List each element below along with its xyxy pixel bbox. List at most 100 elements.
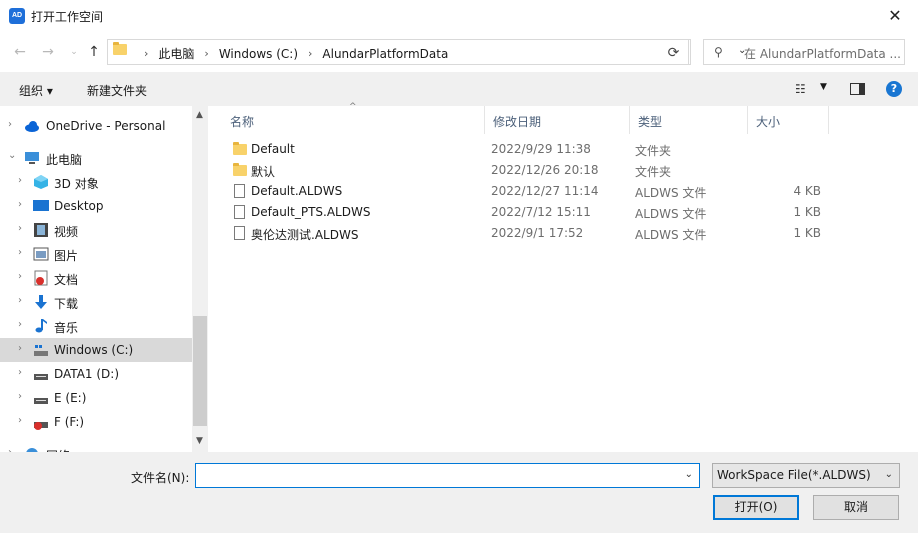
file-modified: 2022/9/29 11:38 bbox=[491, 142, 591, 156]
search-placeholder[interactable]: 在 AlundarPlatformData ... bbox=[744, 45, 901, 62]
breadcrumb-item[interactable]: Windows (C:) bbox=[215, 47, 302, 61]
sidebar-item-data1-d[interactable]: › DATA1 (D:) bbox=[0, 362, 192, 386]
chevron-right-icon[interactable]: › bbox=[8, 119, 12, 130]
chevron-right-icon[interactable]: › bbox=[18, 415, 22, 426]
chevron-right-icon[interactable]: › bbox=[18, 271, 22, 282]
chevron-right-icon[interactable]: › bbox=[18, 367, 22, 378]
close-icon[interactable]: ✕ bbox=[872, 0, 918, 31]
column-header-size[interactable]: 大小 bbox=[748, 106, 829, 134]
file-type-filter-value: WorkSpace File(*.ALDWS) bbox=[717, 468, 871, 482]
chevron-right-icon[interactable]: › bbox=[18, 319, 22, 330]
up-arrow-icon[interactable]: ↑ bbox=[84, 43, 104, 61]
search-icon: ⚲ bbox=[714, 45, 723, 59]
chevron-right-icon[interactable]: › bbox=[18, 391, 22, 402]
file-name: 默认 bbox=[251, 165, 276, 179]
chevron-down-icon[interactable]: ⌄ bbox=[885, 469, 893, 480]
column-header-type[interactable]: 类型 bbox=[630, 106, 748, 134]
navigation-bar: ← → ⌄ ↑ › 此电脑 › Windows (C:) › AlundarPl… bbox=[0, 31, 918, 71]
chevron-right-icon[interactable]: › bbox=[302, 47, 318, 60]
chevron-up-icon[interactable]: ▲ bbox=[196, 110, 203, 120]
chevron-down-icon[interactable]: ▼ bbox=[820, 82, 827, 92]
cube-icon bbox=[33, 174, 49, 190]
help-icon[interactable]: ? bbox=[886, 81, 902, 97]
file-name: Default_PTS.ALDWS bbox=[251, 205, 371, 219]
desktop-icon bbox=[33, 198, 49, 214]
cancel-button[interactable]: 取消 bbox=[813, 495, 899, 520]
file-name: Default.ALDWS bbox=[251, 184, 343, 198]
view-options-icon[interactable]: ☷ bbox=[795, 82, 806, 96]
table-row[interactable]: 默认 2022/12/26 20:18 文件夹 bbox=[211, 160, 911, 181]
file-type: ALDWS 文件 bbox=[635, 186, 707, 200]
music-icon bbox=[33, 318, 49, 334]
scrollbar-thumb[interactable] bbox=[193, 316, 207, 426]
column-header-modified[interactable]: 修改日期 bbox=[485, 106, 630, 134]
table-row[interactable]: Default 2022/9/29 11:38 文件夹 bbox=[211, 139, 911, 160]
chevron-right-icon[interactable]: › bbox=[18, 199, 22, 210]
chevron-right-icon[interactable]: › bbox=[198, 47, 214, 60]
sidebar-item-onedrive[interactable]: › OneDrive - Personal bbox=[0, 114, 192, 138]
address-bar[interactable]: › 此电脑 › Windows (C:) › AlundarPlatformDa… bbox=[107, 39, 746, 65]
chevron-right-icon[interactable]: › bbox=[18, 247, 22, 258]
forward-arrow-icon[interactable]: → bbox=[38, 43, 58, 61]
preview-pane-icon[interactable] bbox=[850, 83, 865, 95]
chevron-right-icon[interactable]: › bbox=[18, 343, 22, 354]
folder-icon bbox=[233, 163, 247, 179]
sidebar-item-music[interactable]: › 音乐 bbox=[0, 314, 192, 338]
file-modified: 2022/12/26 20:18 bbox=[491, 163, 599, 177]
breadcrumb-item[interactable]: AlundarPlatformData bbox=[318, 47, 452, 61]
chevron-right-icon[interactable]: › bbox=[18, 295, 22, 306]
sidebar-item-3d-objects[interactable]: › 3D 对象 bbox=[0, 170, 192, 194]
sidebar-item-label: 音乐 bbox=[54, 321, 79, 335]
sidebar-item-pictures[interactable]: › 图片 bbox=[0, 242, 192, 266]
breadcrumb-item[interactable]: 此电脑 bbox=[154, 45, 198, 62]
chevron-right-icon[interactable]: › bbox=[138, 47, 154, 60]
file-type: 文件夹 bbox=[635, 144, 672, 158]
sidebar-item-videos[interactable]: › 视频 bbox=[0, 218, 192, 242]
sidebar-item-network[interactable]: › 网络 bbox=[0, 442, 192, 452]
filename-combobox[interactable]: ⌄ bbox=[195, 463, 700, 488]
column-header-name[interactable]: 名称 bbox=[222, 106, 485, 134]
chevron-down-icon[interactable]: ⌄ bbox=[8, 150, 16, 161]
sidebar-item-documents[interactable]: › 文档 bbox=[0, 266, 192, 290]
sidebar-item-label: Windows (C:) bbox=[54, 343, 134, 357]
new-folder-button[interactable]: 新建文件夹 bbox=[87, 82, 147, 99]
sidebar-scrollbar[interactable]: ▲ ▼ bbox=[192, 106, 208, 452]
table-row[interactable]: Default.ALDWS 2022/12/27 11:14 ALDWS 文件 … bbox=[211, 181, 911, 202]
sidebar-item-f[interactable]: › F (F:) bbox=[0, 410, 192, 434]
breadcrumb: › 此电脑 › Windows (C:) › AlundarPlatformDa… bbox=[138, 45, 452, 62]
app-icon: AD bbox=[9, 8, 25, 24]
chevron-down-icon[interactable]: ⌄ bbox=[685, 469, 693, 480]
file-type-filter-select[interactable]: WorkSpace File(*.ALDWS) ⌄ bbox=[712, 463, 900, 488]
filename-input[interactable] bbox=[199, 467, 674, 484]
table-row[interactable]: 奥伦达测试.ALDWS 2022/9/1 17:52 ALDWS 文件 1 KB bbox=[211, 223, 911, 244]
file-icon bbox=[234, 184, 245, 201]
chevron-right-icon[interactable]: › bbox=[18, 223, 22, 234]
picture-icon bbox=[33, 246, 49, 262]
file-icon bbox=[234, 205, 245, 222]
file-modified: 2022/12/27 11:14 bbox=[491, 184, 599, 198]
sidebar-item-label: F (F:) bbox=[54, 415, 85, 429]
sidebar-item-windows-c[interactable]: › Windows (C:) bbox=[0, 338, 192, 362]
search-box[interactable]: ⚲ 在 AlundarPlatformData ... bbox=[703, 39, 905, 65]
dialog-footer: 文件名(N): ⌄ WorkSpace File(*.ALDWS) ⌄ 打开(O… bbox=[0, 452, 918, 533]
refresh-icon[interactable]: ⟳ bbox=[657, 39, 691, 65]
organize-menu-button[interactable]: 组织 ▾ bbox=[19, 82, 53, 99]
sidebar-item-this-pc[interactable]: ⌄ 此电脑 bbox=[0, 146, 192, 170]
open-button[interactable]: 打开(O) bbox=[713, 495, 799, 520]
sidebar-item-desktop[interactable]: › Desktop bbox=[0, 194, 192, 218]
sidebar-item-e[interactable]: › E (E:) bbox=[0, 386, 192, 410]
chevron-down-icon[interactable]: ▼ bbox=[196, 436, 203, 446]
sidebar-item-label: 视频 bbox=[54, 225, 79, 239]
computer-icon bbox=[24, 150, 40, 166]
sidebar-item-downloads[interactable]: › 下载 bbox=[0, 290, 192, 314]
column-header-label: 类型 bbox=[638, 115, 663, 129]
filename-label: 文件名(N): bbox=[131, 471, 190, 485]
sidebar-item-label: 下载 bbox=[54, 297, 79, 311]
table-row[interactable]: Default_PTS.ALDWS 2022/7/12 15:11 ALDWS … bbox=[211, 202, 911, 223]
sidebar-item-label: Desktop bbox=[54, 199, 104, 213]
chevron-right-icon[interactable]: › bbox=[18, 175, 22, 186]
recent-locations-chevron-icon[interactable]: ⌄ bbox=[64, 43, 84, 61]
title-bar: AD 打开工作空间 ✕ bbox=[0, 0, 918, 31]
file-type: ALDWS 文件 bbox=[635, 207, 707, 221]
back-arrow-icon[interactable]: ← bbox=[10, 43, 30, 61]
